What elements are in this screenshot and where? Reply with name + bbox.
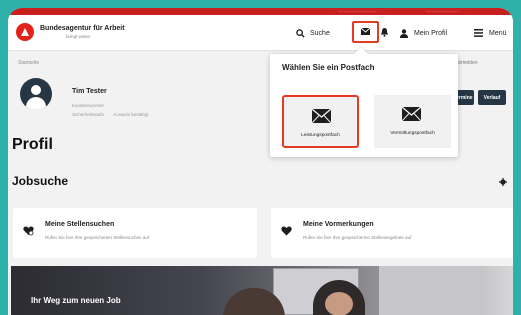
mail-icon bbox=[402, 107, 421, 121]
mailbox-dropdown: Wählen Sie ein Postfach Leistungspostfac… bbox=[270, 46, 458, 157]
bell-icon[interactable] bbox=[380, 27, 389, 37]
card-title: Meine Vormerkungen bbox=[303, 221, 374, 228]
card-vormerkungen[interactable]: Meine Vormerkungen Rufen Sie hier Ihre g… bbox=[271, 208, 513, 258]
verlauf-button[interactable]: Verlauf bbox=[478, 90, 506, 105]
mail-icon bbox=[361, 28, 370, 35]
user-name: Tim Tester bbox=[72, 88, 107, 95]
menu-button[interactable]: Menü bbox=[474, 25, 507, 41]
security-level: Sicherheitsstufe Ausweis bestätigt bbox=[72, 112, 148, 117]
option-label: Vermittlungspostfach bbox=[390, 131, 435, 136]
top-strip-text: ····························· bbox=[338, 9, 377, 14]
section-title: Jobsuche bbox=[12, 174, 69, 188]
brand-tagline: bringt weiter bbox=[66, 34, 91, 39]
heart-search-icon bbox=[23, 226, 34, 236]
top-strip-text: ························· bbox=[426, 9, 460, 14]
breadcrumb[interactable]: Startseite bbox=[18, 60, 39, 66]
gear-icon[interactable] bbox=[499, 178, 507, 186]
hamburger-icon bbox=[474, 29, 483, 37]
mail-icon bbox=[312, 109, 331, 123]
profile-button[interactable]: Mein Profil bbox=[400, 25, 447, 41]
top-strip: ····························· ··········… bbox=[8, 8, 513, 15]
vermittlungspostfach-option[interactable]: Vermittlungspostfach bbox=[374, 95, 451, 148]
logout-link[interactable]: Abmelden bbox=[455, 60, 478, 66]
card-title: Meine Stellensuchen bbox=[45, 221, 115, 228]
heart-icon bbox=[281, 226, 292, 236]
security-value: Ausweis bestätigt bbox=[113, 112, 149, 117]
menu-label: Menü bbox=[489, 29, 507, 37]
hero-text: Ihr Weg zum neuen Job bbox=[31, 296, 121, 305]
mailbox-button[interactable] bbox=[352, 21, 379, 43]
site-header: Bundesagentur für Arbeit bringt weiter S… bbox=[8, 15, 513, 51]
brand-name: Bundesagentur für Arbeit bbox=[40, 25, 125, 32]
hero-window bbox=[379, 266, 479, 315]
option-label: Leistungspostfach bbox=[301, 133, 340, 138]
dropdown-title: Wählen Sie ein Postfach bbox=[282, 63, 375, 72]
browser-screen: ····························· ··········… bbox=[8, 8, 513, 315]
hero-banner[interactable]: Ihr Weg zum neuen Job bbox=[11, 266, 513, 315]
search-label: Suche bbox=[310, 29, 330, 37]
page-title: Profil bbox=[12, 136, 53, 153]
hero-face bbox=[325, 292, 353, 315]
avatar-head bbox=[31, 85, 41, 95]
leistungspostfach-option[interactable]: Leistungspostfach bbox=[282, 95, 359, 148]
brand-logo-icon[interactable] bbox=[16, 23, 34, 41]
avatar bbox=[20, 78, 52, 110]
customer-number-label: Kundennummer bbox=[72, 103, 105, 108]
search-button[interactable]: Suche bbox=[296, 25, 330, 41]
card-description: Rufen Sie hier Ihre gespeicherten Stelle… bbox=[45, 235, 150, 240]
search-icon bbox=[296, 28, 305, 38]
card-description: Rufen Sie hier Ihre gespeicherten Stelle… bbox=[303, 235, 412, 240]
card-stellensuchen[interactable]: Meine Stellensuchen Rufen Sie hier Ihre … bbox=[13, 208, 257, 258]
security-label: Sicherheitsstufe bbox=[72, 112, 105, 117]
profile-label: Mein Profil bbox=[414, 29, 448, 37]
user-icon bbox=[400, 28, 408, 38]
avatar-body bbox=[26, 97, 46, 110]
